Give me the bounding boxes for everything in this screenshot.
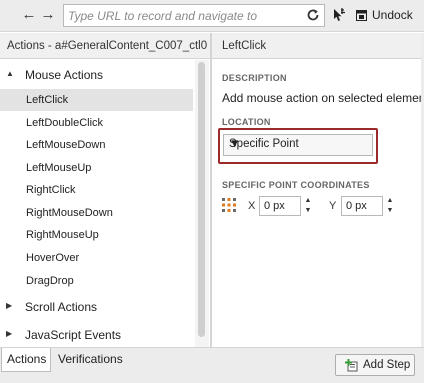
action-item-rightclick[interactable]: RightClick [0, 179, 193, 201]
action-item-label: RightMouseDown [26, 207, 113, 219]
panel-splitter[interactable] [210, 33, 212, 347]
action-item-leftmouseup[interactable]: LeftMouseUp [0, 157, 193, 179]
action-item-label: HoverOver [26, 252, 80, 264]
stepper-down-icon[interactable]: ▼ [303, 206, 313, 216]
action-item-leftmousedown[interactable]: LeftMouseDown [0, 134, 193, 156]
coordinates-row: X ▲ ▼ Y ▲ ▼ [222, 196, 422, 218]
action-item-rightmousedown[interactable]: RightMouseDown [0, 202, 193, 224]
collapse-triangle-icon: ▲ [6, 69, 14, 78]
forward-arrow-icon[interactable]: → [39, 6, 57, 24]
details-panel-title: LeftClick [222, 40, 267, 52]
actions-panel-header: Actions - a#GeneralContent_C007_ctl0... [0, 33, 210, 59]
location-label: LOCATION [222, 117, 271, 127]
action-item-leftclick[interactable]: LeftClick [0, 89, 193, 111]
action-item-label: DragDrop [26, 275, 74, 287]
group-label: Mouse Actions [25, 68, 104, 82]
expand-triangle-icon: ▶ [6, 329, 13, 338]
action-item-label: RightMouseUp [26, 229, 99, 241]
add-step-label: Add Step [363, 359, 411, 371]
actions-list: ▲ Mouse Actions LeftClick LeftDoubleClic… [0, 60, 210, 347]
stepper-up-icon[interactable]: ▲ [303, 196, 313, 206]
group-label: Scroll Actions [25, 300, 98, 314]
location-dropdown[interactable]: Specific Point ▼ [223, 134, 373, 156]
action-item-hoverover[interactable]: HoverOver [0, 247, 193, 269]
tab-verifications[interactable]: Verifications [52, 348, 132, 372]
refresh-icon[interactable] [306, 8, 320, 22]
actions-panel-title: Actions - a#GeneralContent_C007_ctl0... [7, 40, 207, 52]
x-label: X [248, 200, 256, 212]
url-bar [63, 4, 325, 27]
url-input[interactable] [68, 7, 300, 24]
tab-label: Verifications [58, 352, 123, 366]
back-arrow-icon[interactable]: ← [20, 6, 38, 24]
group-mouse-actions[interactable]: ▲ Mouse Actions [0, 64, 193, 86]
y-stepper[interactable]: ▲ ▼ [385, 196, 395, 216]
stepper-down-icon[interactable]: ▼ [385, 206, 395, 216]
group-scroll-actions[interactable]: ▶ Scroll Actions [0, 296, 193, 318]
undock-icon [356, 10, 367, 21]
record-pointer-icon[interactable] [331, 8, 346, 23]
action-item-dragdrop[interactable]: DragDrop [0, 270, 193, 292]
add-step-icon [345, 359, 358, 372]
action-item-rightmouseup[interactable]: RightMouseUp [0, 224, 193, 246]
action-item-label: LeftMouseUp [26, 162, 92, 174]
action-item-leftdoubleclick[interactable]: LeftDoubleClick [0, 112, 193, 134]
x-coordinate-input[interactable] [259, 196, 301, 216]
description-label: DESCRIPTION [222, 73, 287, 83]
actions-scrollbar[interactable] [195, 60, 209, 347]
chevron-down-icon: ▼ [229, 138, 241, 150]
stepper-up-icon[interactable]: ▲ [385, 196, 395, 206]
group-javascript-events[interactable]: ▶ JavaScript Events [0, 324, 193, 346]
action-item-label: LeftDoubleClick [26, 117, 104, 129]
undock-label: Undock [372, 8, 413, 22]
y-coordinate-input[interactable] [341, 196, 383, 216]
group-label: JavaScript Events [25, 328, 122, 342]
expand-triangle-icon: ▶ [6, 301, 13, 310]
action-item-label: RightClick [26, 184, 76, 196]
x-stepper[interactable]: ▲ ▼ [303, 196, 313, 216]
add-step-button[interactable]: Add Step [335, 354, 415, 376]
top-toolbar: ← → Undock [0, 0, 424, 32]
details-panel-header: LeftClick [212, 33, 424, 59]
coordinates-label: SPECIFIC POINT COORDINATES [222, 180, 370, 190]
crosshair-points-icon [222, 198, 236, 212]
scrollbar-thumb[interactable] [198, 62, 205, 337]
tab-label: Actions [7, 352, 47, 366]
action-item-label: LeftMouseDown [26, 139, 106, 151]
bottom-bar: Actions Verifications Add Step [0, 347, 424, 383]
description-text: Add mouse action on selected element [222, 91, 424, 105]
y-label: Y [329, 200, 337, 212]
tab-actions[interactable]: Actions [1, 348, 51, 372]
action-item-label: LeftClick [26, 94, 69, 106]
